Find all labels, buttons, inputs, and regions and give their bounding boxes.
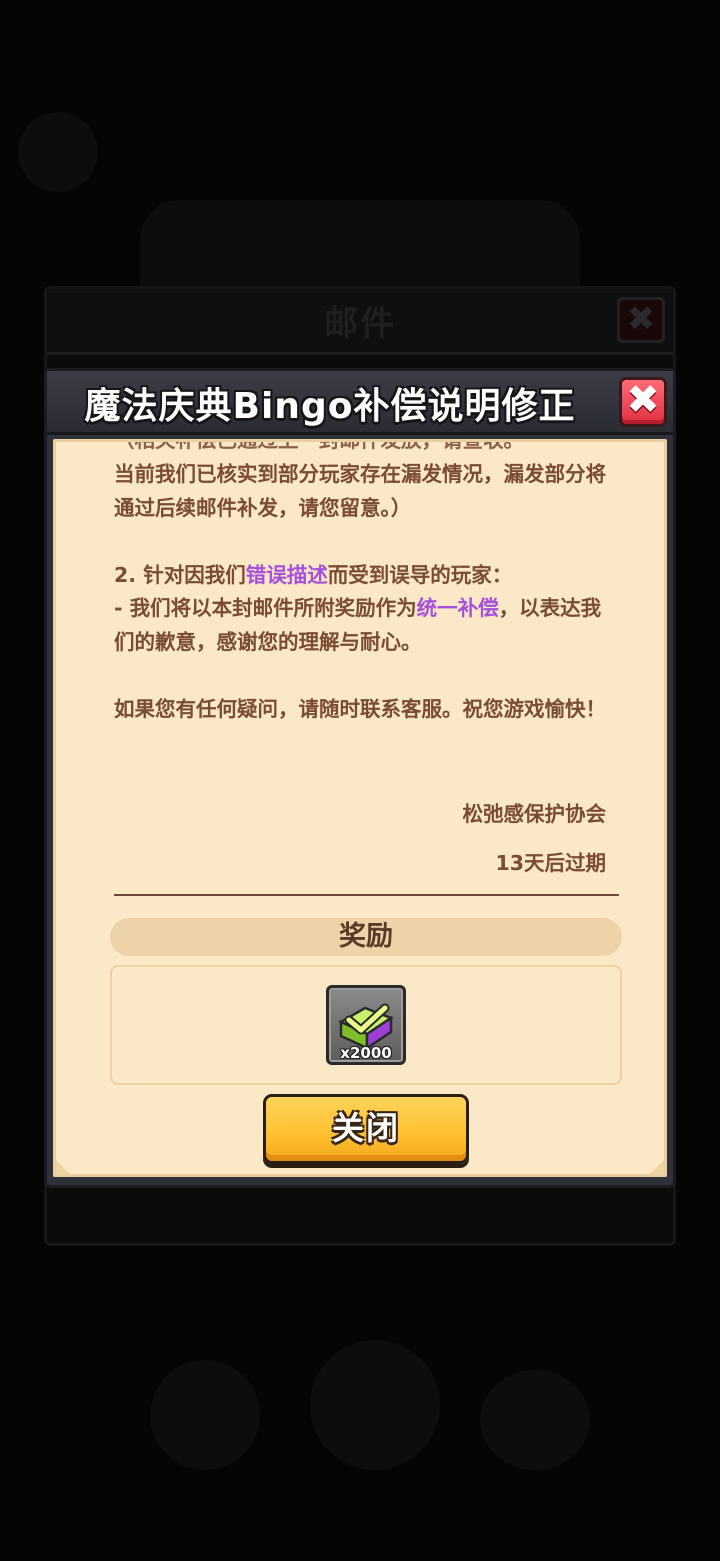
body-item-2: 2. 针对因我们错误描述而受到误导的玩家： — [114, 562, 513, 587]
close-button[interactable]: 关闭 — [263, 1094, 469, 1164]
screen: 邮件 ✖ 魔法庆典Bingo补偿说明修正 ✖ （相关补偿已通过上一封邮件发放，请… — [0, 0, 720, 1561]
body-paragraph-3: 如果您有任何疑问，请随时联系客服。祝您游戏愉快！ — [114, 696, 606, 721]
bg-nav-bubble-2 — [310, 1340, 440, 1470]
compensation-dialog: 魔法庆典Bingo补偿说明修正 ✖ （相关补偿已通过上一封邮件发放，请查收。 当… — [44, 368, 676, 1188]
sender-signature: 松弛感保护协会 — [462, 802, 607, 826]
bg-avatar — [18, 112, 98, 192]
bg-nav-bubble-1 — [150, 1360, 260, 1470]
mail-title: 邮件 — [324, 304, 396, 344]
dialog-header: 魔法庆典Bingo补偿说明修正 ✖ — [47, 371, 673, 435]
body-item-2-detail: - 我们将以本封邮件所附奖励作为统一补偿，以表达我们的歉意，感谢您的理解与耐心。 — [114, 596, 602, 654]
mail-body-paper[interactable]: （相关补偿已通过上一封邮件发放，请查收。 当前我们已核实到部分玩家存在漏发情况，… — [53, 439, 667, 1177]
highlight-unified-compensation: 统一补偿 — [416, 596, 499, 620]
reward-header: 奖励 — [110, 918, 622, 956]
expiry-text: 13天后过期 — [495, 851, 606, 875]
bg-nav-bubble-3 — [480, 1370, 590, 1470]
mail-header: 邮件 ✖ — [47, 289, 673, 355]
clipped-text-line: （相关补偿已通过上一封邮件发放，请查收。 — [114, 442, 619, 458]
divider — [114, 894, 619, 896]
paper-corner-left — [56, 1160, 70, 1174]
dialog-title: 魔法庆典Bingo补偿说明修正 — [84, 386, 576, 427]
reward-count: x2000 — [340, 1044, 392, 1062]
reward-item[interactable]: x2000 — [326, 985, 406, 1065]
highlight-error-description: 错误描述 — [245, 562, 328, 587]
mail-close-icon[interactable]: ✖ — [617, 297, 665, 343]
paper-corner-right — [650, 1160, 664, 1174]
close-icon[interactable]: ✖ — [619, 377, 667, 427]
mail-body-text: （相关补偿已通过上一封邮件发放，请查收。 当前我们已核实到部分玩家存在漏发情况，… — [114, 442, 619, 726]
reward-box: x2000 — [110, 965, 622, 1085]
body-paragraph-1: 当前我们已核实到部分玩家存在漏发情况，漏发部分将通过后续邮件补发，请您留意。） — [114, 462, 606, 520]
